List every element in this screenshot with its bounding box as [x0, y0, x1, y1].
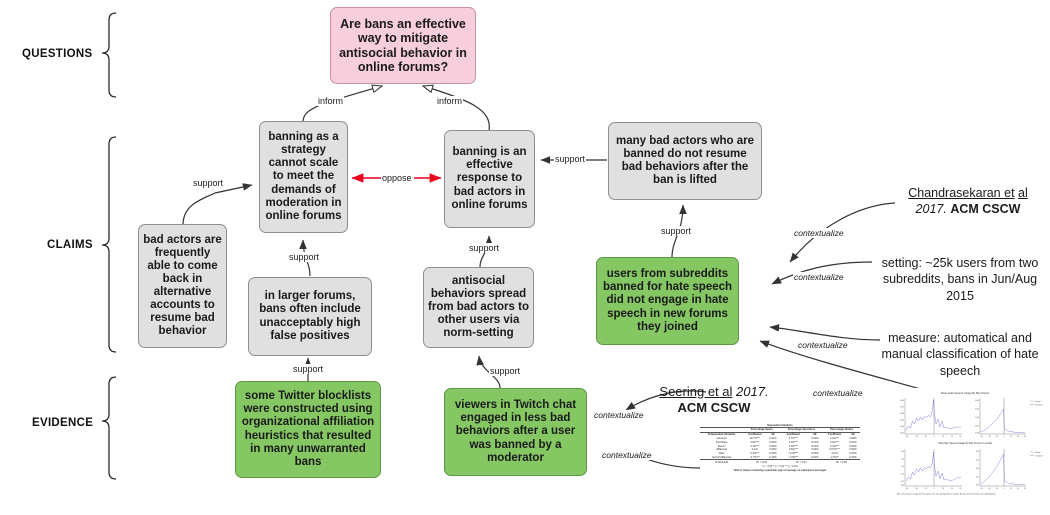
edge-label-inform-right: inform [436, 96, 464, 106]
edge-label-ctx-figure: contextualize [812, 388, 864, 398]
edge-label-ctx-seering: contextualize [593, 410, 645, 420]
table-footer-r2-2: R² = 0.06 [836, 460, 847, 464]
node-claim-many-bad-actors[interactable]: many bad actors who are banned do not re… [608, 122, 762, 200]
edge-label-support-twitter: support [292, 364, 325, 374]
edge-label-support-subreddits: support [660, 226, 693, 236]
edge-label-support-false-positives: support [288, 252, 321, 262]
table-footer-r2-1: R² = 0.11 [796, 460, 807, 464]
edge-label-inform-left: inform [317, 96, 345, 106]
edge-label-ctx-chandrasekaran: contextualize [793, 228, 845, 238]
note-measure: measure: automatical and manual classifi… [881, 331, 1039, 378]
node-evidence-twitter-blocklists[interactable]: some Twitter blocklists were constructed… [235, 381, 381, 478]
citation-chandrasekaran: Chandrasekaran et al 2017. ACM CSCW [892, 186, 1044, 217]
edge-label-support-bad-actors: support [192, 178, 225, 188]
edge-ctx-measure [769, 324, 881, 341]
band-label-claims: CLAIMS [47, 239, 93, 251]
node-claim-norm-setting[interactable]: antisocial behaviors spread from bad act… [423, 267, 534, 348]
citation-authors: Chandrasekaran et [908, 186, 1015, 200]
node-claim-bad-actors-return[interactable]: bad actors are frequently able to come b… [138, 224, 227, 348]
edge-label-support-many-bad-actors: support [554, 154, 587, 164]
table-sig-note: * p < 0.05 ** p < 0.01 *** p < 0.001 [761, 465, 799, 469]
note-setting: setting: ~25k users from two subreddits,… [881, 256, 1039, 303]
chart-thumbnail[interactable]: Mean Hate Speech Usage By Ban Period 0.0… [882, 388, 1048, 510]
node-claim-effective[interactable]: banning is an effective response to bad … [444, 130, 535, 228]
edge-label-ctx-setting: contextualize [793, 272, 845, 282]
citation-seering-authors: Seering et al [659, 384, 733, 399]
edge-label-support-twitch: support [489, 366, 522, 376]
node-claim-false-positives[interactable]: in larger forums, bans often include una… [248, 277, 372, 356]
band-brackets [101, 12, 117, 480]
edge-label-oppose: oppose [381, 173, 413, 183]
edge-inform-right [423, 86, 490, 131]
diagram-canvas: QUESTIONS CLAIMS EVIDENCE Are bans an ef… [0, 0, 1050, 514]
edge-support-bad-actors [182, 183, 253, 226]
band-label-evidence: EVIDENCE [32, 417, 94, 429]
table-footer-n: N=203,636 [715, 460, 729, 464]
node-evidence-twitch[interactable]: viewers in Twitch chat engaged in less b… [444, 388, 587, 476]
edge-label-support-norm-setting: support [468, 243, 501, 253]
table-footer-r2-0: R² = 0.04 [756, 460, 768, 464]
chart-subtitle: Total Hate Speech Usage By Ban Period (i… [938, 442, 992, 445]
chart-title: Mean Hate Speech Usage By Ban Period [941, 391, 989, 395]
node-claim-cannot-scale[interactable]: banning as a strategy cannot scale to me… [259, 121, 348, 233]
chart-caption: Fig. 1: Hate speech usage per hate speec… [897, 493, 996, 495]
citation-authors-cont: al [1018, 186, 1028, 200]
citation-year: 2017. [915, 201, 947, 216]
chart-thumbnail-svg: Mean Hate Speech Usage By Ban Period 0.0… [882, 388, 1048, 510]
edge-label-ctx-measure: contextualize [797, 340, 849, 350]
table-footer-row: N=203,636 R² = 0.04 R² = 0.11 R² = 0.06 [700, 459, 860, 464]
band-label-questions: QUESTIONS [22, 48, 93, 60]
citation-seering-year: 2017. [736, 384, 769, 399]
citation-venue: ACM CSCW [950, 201, 1021, 216]
citation-seering-venue: ACM CSCW [677, 400, 751, 416]
table-thumbnail[interactable]: Dependent Variables Percentage Spam Perc… [700, 424, 860, 509]
node-question-main[interactable]: Are bans an effective way to mitigate an… [330, 7, 476, 84]
citation-seering: Seering et al 2017. ACM CSCW [638, 384, 790, 417]
table-caption: Table 6: Impact of banning a particular … [733, 469, 827, 473]
edge-label-ctx-table: contextualize [601, 450, 653, 460]
node-evidence-subreddits[interactable]: users from subreddits banned for hate sp… [596, 257, 739, 345]
table-thumbnail-grid: Percentage Spam Percentage Questions Per… [700, 427, 860, 464]
